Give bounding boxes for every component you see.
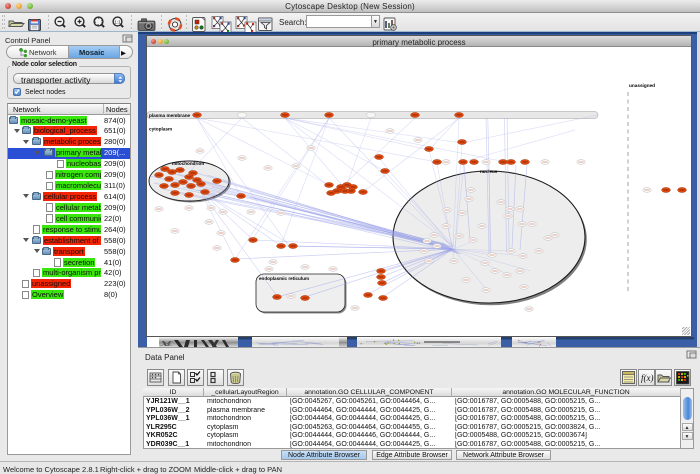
svg-text:cytoplasm: cytoplasm: [149, 127, 172, 132]
svg-text:1:1: 1:1: [114, 20, 121, 25]
svg-text:endoplasmic reticulum: endoplasmic reticulum: [259, 276, 309, 281]
svg-text:unassigned: unassigned: [629, 83, 655, 88]
svg-text:f(x): f(x): [641, 373, 654, 383]
svg-text:plasma membrane: plasma membrane: [149, 113, 191, 118]
